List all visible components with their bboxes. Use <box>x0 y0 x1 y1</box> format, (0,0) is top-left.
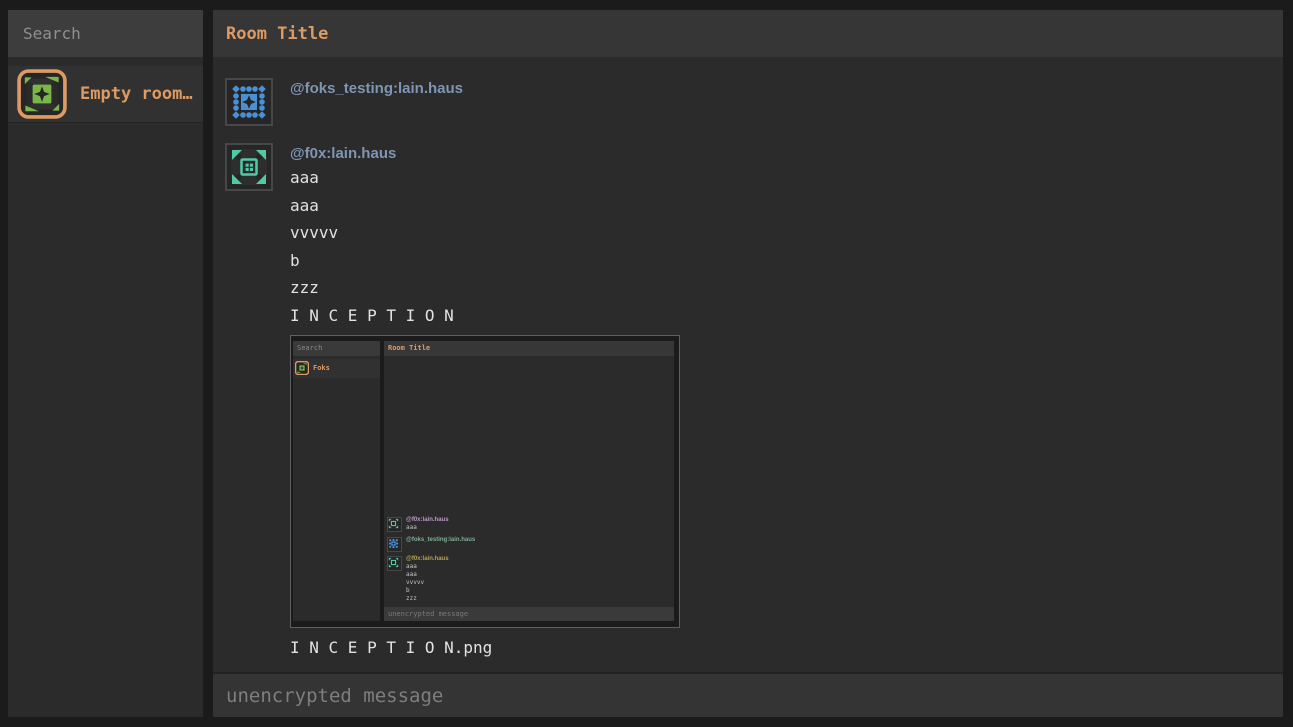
message: @f0x:lain.haus aaa aaa vvvvv b zzz I N C… <box>225 143 680 661</box>
sender-name: @f0x:lain.haus <box>290 145 680 162</box>
attachment-filename: I N C E P T I O N.png <box>290 634 680 662</box>
message-line: aaa <box>290 192 680 220</box>
inception-message: @f0x:lain.haus aaa aaa vvvvv b zzz <box>387 556 449 603</box>
inception-sender-name: @f0x:lain.haus <box>406 556 449 563</box>
inception-room-list-item: Foks <box>293 359 380 378</box>
sidebar: Empty room… <box>8 10 203 717</box>
inception-avatar-teal-identicon-icon <box>387 517 402 532</box>
inception-message-line: b <box>406 587 449 595</box>
inception-message-line: zzz <box>406 595 449 603</box>
inception-message-input: unencrypted message <box>384 607 674 621</box>
inception-message: @f0x:lain.haus aaa <box>387 517 449 532</box>
inception-avatar-blue-identicon-icon <box>387 537 402 552</box>
sender-name: @foks_testing:lain.haus <box>290 80 463 97</box>
image-attachment-inception-screenshot[interactable]: Search Foks <box>290 335 680 628</box>
message-line: b <box>290 247 680 275</box>
message-line: vvvvv <box>290 219 680 247</box>
room-avatar-green-identicon-icon <box>17 69 67 119</box>
inception-message-line: vvvvv <box>406 579 449 587</box>
room-header: Room Title <box>213 10 1283 57</box>
inception-room-title: Room Title <box>384 341 674 356</box>
message-input[interactable] <box>213 674 1283 717</box>
inception-sender-name: @foks_testing:lain.haus <box>406 537 475 544</box>
search-input[interactable] <box>8 10 203 57</box>
message-list: @foks_testing:lain.haus <box>213 57 1283 672</box>
inception-avatar-teal-identicon-icon <box>387 556 402 571</box>
room-list-item[interactable]: Empty room… <box>8 66 203 123</box>
inception-message: @foks_testing:lain.haus <box>387 537 475 552</box>
inception-main-panel: Room Title @f0x <box>384 341 674 621</box>
main-panel: Room Title @fo <box>213 10 1283 717</box>
message-line: zzz <box>290 274 680 302</box>
inception-sidebar: Search Foks <box>293 341 380 621</box>
avatar-teal-identicon-icon <box>225 143 273 191</box>
message-body: aaa aaa vvvvv b zzz I N C E P T I O N <box>290 164 680 330</box>
room-title: Room Title <box>226 24 328 44</box>
inception-message-line: aaa <box>406 524 449 532</box>
message: @foks_testing:lain.haus <box>225 78 463 126</box>
inception-room-name: Foks <box>313 364 330 372</box>
composer <box>213 672 1283 717</box>
inception-room-avatar-green-identicon-icon <box>295 361 309 375</box>
inception-sender-name: @f0x:lain.haus <box>406 517 449 524</box>
inception-message-line: aaa <box>406 563 449 571</box>
message-line: I N C E P T I O N <box>290 302 680 330</box>
message-line: aaa <box>290 164 680 192</box>
avatar-blue-identicon-icon <box>225 78 273 126</box>
inception-message-line: aaa <box>406 571 449 579</box>
inception-search-input: Search <box>293 341 380 356</box>
room-name: Empty room… <box>80 84 193 104</box>
